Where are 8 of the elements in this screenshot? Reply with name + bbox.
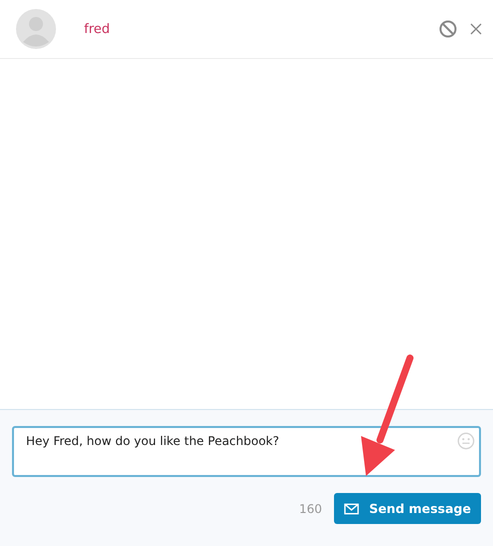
send-message-button[interactable]: Send message — [334, 493, 481, 524]
close-icon[interactable] — [470, 23, 482, 35]
avatar-icon — [16, 9, 56, 49]
envelope-icon — [344, 502, 360, 514]
message-field[interactable]: Hey Fred, how do you like the Peachbook? — [12, 426, 481, 477]
character-count: 160 — [299, 502, 322, 516]
block-icon[interactable] — [438, 19, 458, 39]
contact-name[interactable]: fred — [84, 22, 110, 36]
